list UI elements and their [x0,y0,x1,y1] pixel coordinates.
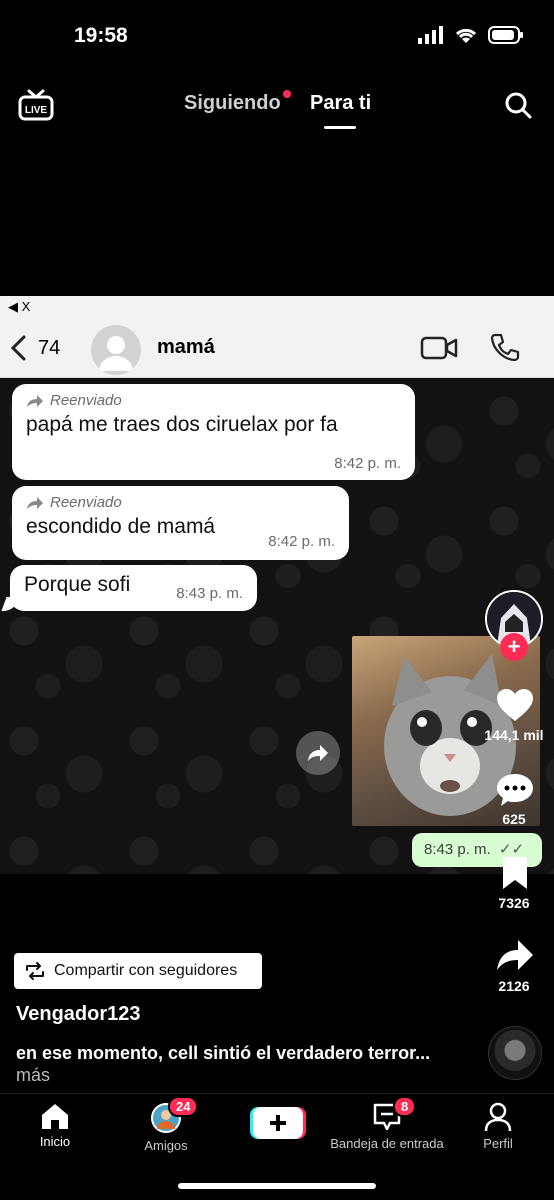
nav-home[interactable]: Inicio [0,1102,115,1149]
sound-disc[interactable] [488,1026,542,1080]
save-button[interactable] [500,856,530,895]
sent-time: 8:43 p. m. [424,841,491,858]
video-caption[interactable]: en ese momento, cell sintió el verdadero… [16,1042,436,1086]
tab-for-you[interactable]: Para ti [310,92,371,115]
nav-inbox[interactable]: Bandeja de entrada 8 [327,1096,447,1151]
message-time: 8:42 p. m. [268,533,335,550]
unread-count: 74 [38,337,61,359]
message-time: 8:42 p. m. [334,455,401,472]
new-content-dot [283,90,291,98]
follow-button[interactable]: + [500,633,528,661]
like-button[interactable] [496,688,534,727]
message-time: 8:43 p. m. [176,585,243,602]
share-arrow-icon [497,940,533,970]
caption-more-link[interactable]: más [16,1065,50,1085]
forward-arrow-icon [27,394,43,407]
wifi-icon [455,28,477,43]
creator-username[interactable]: Vengador123 [16,1003,141,1026]
home-indicator [178,1183,376,1189]
phone-icon [490,333,520,362]
person-icon [99,336,133,371]
battery-icon [488,26,523,44]
repost-icon [26,962,44,980]
forward-arrow-icon [27,496,43,509]
nav-profile[interactable]: Perfil [438,1102,554,1151]
contact-name: mamá [157,336,215,358]
status-icons [418,26,524,44]
live-button[interactable]: LIVE [18,88,54,127]
nav-inbox-label: Bandeja de entrada [330,1136,444,1151]
create-plus-icon [250,1107,306,1139]
comment-icon [497,774,533,806]
friends-badge: 24 [168,1096,199,1117]
home-icon [42,1104,68,1129]
like-count: 144,1 mil [484,727,544,743]
profile-icon [484,1102,512,1132]
create-button[interactable] [250,1107,306,1139]
comment-count: 625 [502,811,526,827]
caption-text: en ese momento, cell sintió el verdadero… [16,1043,431,1063]
message-text: papá me traes dos ciruelax por fa [26,413,338,436]
bookmark-icon [503,857,527,889]
video-call-icon [420,336,458,360]
chat-message: Reenviado escondido de mamá 8:42 p. m. [12,486,349,560]
nav-profile-label: Perfil [483,1136,513,1151]
forwarded-text: Reenviado [50,392,122,409]
svg-text:LIVE: LIVE [25,105,48,116]
nav-home-label: Inicio [39,1134,71,1149]
status-time: 19:58 [74,24,128,47]
contact-avatar [91,325,141,375]
video-player[interactable]: ◀ X 74 mamá Reenviado papá me traes dos … [0,296,554,874]
live-tv-icon: LIVE [18,89,54,121]
share-with-followers-label: Compartir con seguidores [54,962,238,979]
forwarded-label: Reenviado [26,392,401,409]
forward-arrow-icon [308,745,328,761]
inbox-badge: 8 [393,1096,417,1117]
search-button[interactable] [504,91,532,124]
heart-icon [497,689,533,721]
plus-icon: + [507,634,521,659]
chevron-left-icon [10,335,26,361]
save-count: 7326 [498,895,530,911]
chat-header: 74 mamá [0,320,554,378]
chat-message: Reenviado papá me traes dos ciruelax por… [12,384,415,480]
share-button[interactable] [496,938,534,977]
comment-button[interactable] [496,772,534,813]
forwarded-label: Reenviado [26,494,335,511]
nav-friends[interactable]: Amigos 24 [106,1096,226,1153]
search-icon [505,92,532,119]
share-with-followers-button[interactable]: Compartir con seguidores [14,953,262,989]
active-tab-indicator [324,126,356,129]
nav-friends-label: Amigos [144,1138,188,1153]
ios-back-indicator: ◀ X [0,296,554,320]
forwarded-text: Reenviado [50,494,122,511]
signal-icon [418,26,443,44]
share-count: 2126 [498,978,530,994]
tab-following[interactable]: Siguiendo [184,92,281,115]
chat-message: Porque sofi 8:43 p. m. [10,565,257,611]
forward-media-button[interactable] [296,731,340,775]
